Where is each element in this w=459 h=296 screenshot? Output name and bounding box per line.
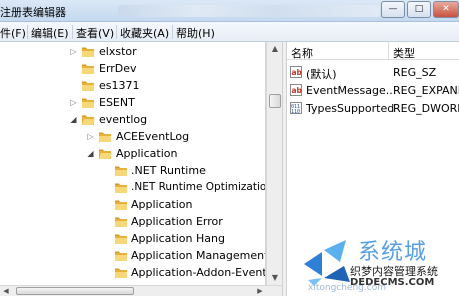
menu-edit[interactable]: 编辑(E) <box>31 25 69 41</box>
folder-icon <box>114 182 128 194</box>
menu-file[interactable]: 件(F) <box>0 25 26 41</box>
watermark-title: 系统城 <box>358 240 428 265</box>
scroll-thumb[interactable] <box>16 287 134 295</box>
watermark-url-secondary: xitongcheng.com <box>308 283 386 293</box>
svg-text:ab: ab <box>292 68 303 77</box>
tree-node-label: .NET Runtime <box>131 164 206 177</box>
scroll-down-icon[interactable]: ▼ <box>267 271 283 285</box>
string-value-icon: ab <box>290 66 303 78</box>
folder-icon <box>114 216 128 228</box>
tree-node-label: es1371 <box>99 79 140 92</box>
menu-view[interactable]: 查看(V) <box>76 25 114 41</box>
expand-arrow-icon[interactable]: ▷ <box>69 46 78 57</box>
menu-favorites[interactable]: 收藏夹(A) <box>120 25 169 41</box>
expand-arrow-icon[interactable]: ▷ <box>86 131 95 142</box>
tree-node[interactable]: ▷ ACEEventLog <box>0 129 265 145</box>
tree-horizontal-scrollbar[interactable]: ◀ ▶ <box>0 285 282 296</box>
column-header-name[interactable]: 名称 <box>287 42 389 60</box>
string-value-icon: ab <box>290 84 303 96</box>
tree-node[interactable]: Application-Addon-Event-P <box>0 265 266 281</box>
tree-node[interactable]: Application Management <box>0 248 266 264</box>
folder-icon <box>81 46 95 58</box>
maximize-button[interactable]: □ <box>407 1 431 18</box>
folder-open-icon <box>98 148 112 160</box>
scroll-right-icon[interactable]: ▶ <box>254 286 266 296</box>
folder-icon <box>81 63 95 75</box>
folder-icon <box>98 131 112 143</box>
value-name: EventMessage... <box>306 84 397 97</box>
tree-node-label: ACEEventLog <box>116 130 190 143</box>
tree-node-label: .NET Runtime Optimization <box>131 181 266 193</box>
value-type: REG_SZ <box>393 66 437 79</box>
menu-help[interactable]: 帮助(H) <box>176 25 215 41</box>
value-type: REG_DWORD <box>393 102 459 115</box>
folder-icon <box>81 80 95 92</box>
menu-bar: 件(F) 编辑(E) 查看(V) 收藏夹(A) 帮助(H) <box>0 22 459 42</box>
menu-separator <box>72 25 73 39</box>
tree-node[interactable]: es1371 <box>0 78 265 94</box>
tree-node[interactable]: Application <box>0 197 265 213</box>
value-row[interactable]: 011 110 TypesSupported REG_DWORD <box>287 99 459 117</box>
collapse-arrow-icon[interactable]: ◢ <box>69 114 78 125</box>
watermark: 系统城 织梦内容管理系统 DEDECMS.COM xitongcheng.com <box>300 234 459 296</box>
menu-separator <box>172 25 173 39</box>
tree-node[interactable]: ◢ Application <box>0 146 265 162</box>
value-row[interactable]: ab (默认) REG_SZ <box>287 63 459 81</box>
svg-text:110: 110 <box>291 109 300 114</box>
tree-node[interactable]: ▷ elxstor <box>0 44 265 60</box>
menu-separator <box>27 25 28 39</box>
tree-node-label: Application Error <box>131 215 223 228</box>
tree-node-label: Application <box>131 198 193 211</box>
folder-icon <box>114 165 128 177</box>
value-type: REG_EXPAND <box>393 84 459 97</box>
close-button[interactable]: ✕ <box>433 1 459 18</box>
tree-node[interactable]: Application Error <box>0 214 265 230</box>
tree-node-label: ESENT <box>99 96 135 109</box>
tree-node[interactable]: ▷ ESENT <box>0 95 265 111</box>
scroll-up-icon[interactable]: ▲ <box>267 42 283 56</box>
value-name: TypesSupported <box>306 102 395 115</box>
minimize-button[interactable]: — <box>381 1 405 18</box>
column-header-type[interactable]: 类型 <box>389 42 459 60</box>
value-row[interactable]: ab EventMessage... REG_EXPAND <box>287 81 459 99</box>
tree-node-label: ErrDev <box>99 62 137 75</box>
menu-separator <box>116 25 117 39</box>
title-blurred-area <box>118 5 380 17</box>
tree-node-label: Application Management <box>131 249 266 262</box>
folder-icon <box>114 233 128 245</box>
scroll-left-icon[interactable]: ◀ <box>0 286 12 296</box>
tree-node[interactable]: ◢ eventlog <box>0 112 265 128</box>
folder-open-icon <box>81 114 95 126</box>
tree-node-label: elxstor <box>99 45 137 58</box>
expand-arrow-icon[interactable]: ▷ <box>69 97 78 108</box>
tree-node[interactable]: .NET Runtime <box>0 163 265 179</box>
tree-node-label: Application Hang <box>131 232 225 245</box>
tree-node-label: Application <box>116 147 178 160</box>
tree-node[interactable]: ErrDev <box>0 61 265 77</box>
folder-icon <box>114 250 128 262</box>
registry-tree[interactable]: ▷ elxstor ErrDev es1371 ▷ ESENT ◢ eventl… <box>0 42 266 285</box>
scroll-thumb[interactable] <box>269 94 281 108</box>
folder-icon <box>81 97 95 109</box>
binary-value-icon: 011 110 <box>290 102 302 115</box>
svg-text:ab: ab <box>292 86 303 95</box>
value-name: (默认) <box>306 68 337 81</box>
folder-icon <box>114 199 128 211</box>
title-bar: 注册表编辑器 — □ ✕ <box>0 0 459 22</box>
tree-vertical-scrollbar[interactable]: ▲ ▼ <box>266 42 282 285</box>
folder-icon <box>114 267 128 279</box>
site-logo-icon <box>304 240 350 286</box>
tree-node[interactable]: Application Hang <box>0 231 265 247</box>
tree-node-label: Application-Addon-Event-P <box>131 266 266 279</box>
window-title: 注册表编辑器 <box>0 6 66 19</box>
tree-node[interactable]: .NET Runtime Optimization <box>0 180 266 196</box>
tree-node-label: eventlog <box>99 113 148 126</box>
collapse-arrow-icon[interactable]: ◢ <box>86 148 95 159</box>
